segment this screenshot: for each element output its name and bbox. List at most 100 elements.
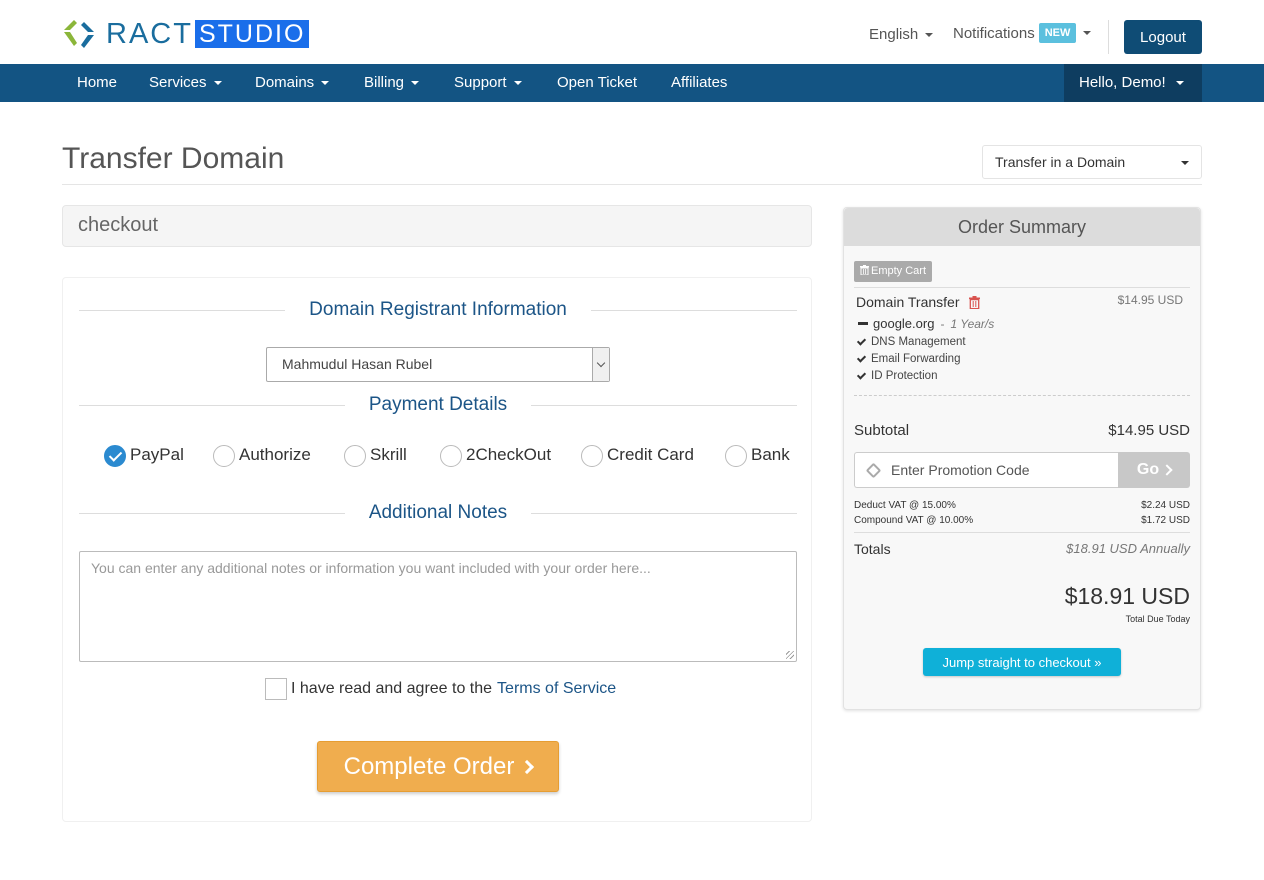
radio-unchecked-icon xyxy=(344,445,366,467)
payment-option-label: Bank xyxy=(751,445,790,464)
order-summary-heading: Order Summary xyxy=(844,208,1200,246)
resize-handle-icon[interactable] xyxy=(786,651,794,659)
tag-icon xyxy=(865,462,882,479)
subtotal-label: Subtotal xyxy=(854,422,910,439)
complete-order-button[interactable]: Complete Order xyxy=(317,741,559,792)
heading-rule xyxy=(79,404,345,406)
addon-item: DNS Management xyxy=(856,335,966,348)
radio-unchecked-icon xyxy=(213,445,235,467)
domain-action-value: Transfer in a Domain xyxy=(995,154,1126,170)
period-separator: - xyxy=(940,316,945,331)
cart-item-domain-row: google.org - 1 Year/s xyxy=(858,316,994,331)
payment-option-skrill[interactable]: Skrill xyxy=(344,443,407,467)
radio-unchecked-icon xyxy=(440,445,462,467)
empty-cart-button[interactable]: Empty Cart xyxy=(854,261,933,282)
nav-item-support[interactable]: Support xyxy=(454,64,522,102)
heading-rule xyxy=(590,309,798,311)
payment-option-paypal[interactable]: PayPal xyxy=(104,443,184,467)
jump-to-checkout-button[interactable]: Jump straight to checkout » xyxy=(923,648,1121,676)
remove-item-trash-icon[interactable] xyxy=(969,295,981,309)
caret-down-icon xyxy=(321,81,330,86)
heading-rule xyxy=(531,404,797,406)
tax-label: Deduct VAT @ 15.00% xyxy=(854,500,956,511)
addon-item: ID Protection xyxy=(856,369,938,382)
nav-item-affiliates[interactable]: Affiliates xyxy=(671,64,727,102)
cart-item-period: 1 Year/s xyxy=(950,316,995,331)
subtotal-value: $14.95 USD xyxy=(1108,422,1190,439)
payment-option-label: Skrill xyxy=(370,445,407,464)
nav-item-open-ticket[interactable]: Open Ticket xyxy=(557,64,637,102)
terms-text: I have read and agree to the xyxy=(291,680,493,697)
brand-logo[interactable]: RACT STUDIO xyxy=(62,18,310,50)
site-header: RACT STUDIO English Notifications NEW Lo… xyxy=(0,0,1264,64)
user-greeting: Hello, Demo! xyxy=(1079,74,1166,91)
radio-unchecked-icon xyxy=(581,445,603,467)
promo-code-input[interactable]: Enter Promotion Code xyxy=(854,452,1119,488)
terms-of-service-link[interactable]: Terms of Service xyxy=(497,680,616,698)
summary-divider xyxy=(854,395,1190,396)
payment-option-bank[interactable]: Bank xyxy=(725,443,790,467)
total-due-value: $18.91 USD xyxy=(1064,583,1190,609)
totals-label: Totals xyxy=(854,541,891,557)
caret-down-icon xyxy=(1175,81,1184,86)
language-label: English xyxy=(869,26,919,43)
empty-cart-label: Empty Cart xyxy=(871,265,927,277)
breadcrumb: checkout xyxy=(62,205,812,247)
addon-label: ID Protection xyxy=(871,370,938,382)
summary-divider xyxy=(854,287,1190,288)
complete-order-label: Complete Order xyxy=(343,752,515,780)
registrant-contact-select[interactable]: Mahmudul Hasan Rubel xyxy=(266,347,610,382)
domain-action-select[interactable]: Transfer in a Domain xyxy=(982,145,1202,179)
caret-down-icon xyxy=(513,81,522,86)
check-icon xyxy=(856,335,867,346)
heading-rule xyxy=(79,309,286,311)
nav-label: Domains xyxy=(255,74,315,91)
payment-option-credit-card[interactable]: Credit Card xyxy=(581,443,694,467)
registrant-heading-text: Domain Registrant Information xyxy=(309,299,567,320)
radio-unchecked-icon xyxy=(725,445,747,467)
trash-icon xyxy=(860,265,869,276)
summary-divider xyxy=(854,532,1190,533)
addon-label: Email Forwarding xyxy=(871,353,961,365)
logo-mark-icon xyxy=(64,20,94,48)
checkout-form-panel: Domain Registrant Information Mahmudul H… xyxy=(62,277,812,822)
additional-notes-textarea[interactable]: You can enter any additional notes or in… xyxy=(79,551,797,662)
nav-item-billing[interactable]: Billing xyxy=(364,64,420,102)
nav-label: Billing xyxy=(364,74,405,91)
tax-label: Compound VAT @ 10.00% xyxy=(854,515,974,526)
minus-icon xyxy=(858,322,868,325)
terms-checkbox[interactable] xyxy=(265,678,287,700)
user-menu-dropdown[interactable]: Hello, Demo! xyxy=(1064,64,1202,102)
payment-option-label: PayPal xyxy=(130,445,184,464)
registrant-contact-value: Mahmudul Hasan Rubel xyxy=(282,356,433,372)
payment-option-2checkout[interactable]: 2CheckOut xyxy=(440,443,551,467)
nav-label: Services xyxy=(149,74,207,91)
payment-option-label: Credit Card xyxy=(607,445,694,464)
header-divider xyxy=(1108,20,1109,54)
language-dropdown[interactable]: English xyxy=(869,26,934,43)
nav-item-home[interactable]: Home xyxy=(77,64,117,102)
radio-checked-icon xyxy=(104,445,126,467)
caret-down-icon xyxy=(213,81,222,86)
payment-heading-text: Payment Details xyxy=(368,394,508,415)
chevron-down-icon xyxy=(592,348,609,381)
payment-option-label: 2CheckOut xyxy=(466,445,552,464)
cart-item-name: Domain Transfer xyxy=(856,294,960,310)
brand-name-part2: STUDIO xyxy=(194,20,310,48)
nav-item-services[interactable]: Services xyxy=(149,64,222,102)
main-navbar: Home Services Domains Billing Support Op… xyxy=(0,64,1264,102)
registrant-section-heading: Domain Registrant Information xyxy=(79,298,798,322)
heading-rule xyxy=(531,512,797,514)
chevron-right-icon xyxy=(1161,464,1173,476)
check-icon xyxy=(856,369,867,380)
nav-item-domains[interactable]: Domains xyxy=(255,64,330,102)
logout-button[interactable]: Logout xyxy=(1124,20,1202,54)
total-due-caption-row: Total Due Today xyxy=(854,614,1190,624)
notes-placeholder: You can enter any additional notes or in… xyxy=(91,560,651,576)
cart-item-domain: google.org xyxy=(873,316,935,331)
payment-option-authorize[interactable]: Authorize xyxy=(213,443,311,467)
title-divider xyxy=(62,184,1202,185)
notifications-label: Notifications xyxy=(953,24,1035,42)
notifications-dropdown[interactable]: Notifications NEW xyxy=(953,23,1092,43)
promo-go-button[interactable]: Go xyxy=(1118,452,1190,488)
